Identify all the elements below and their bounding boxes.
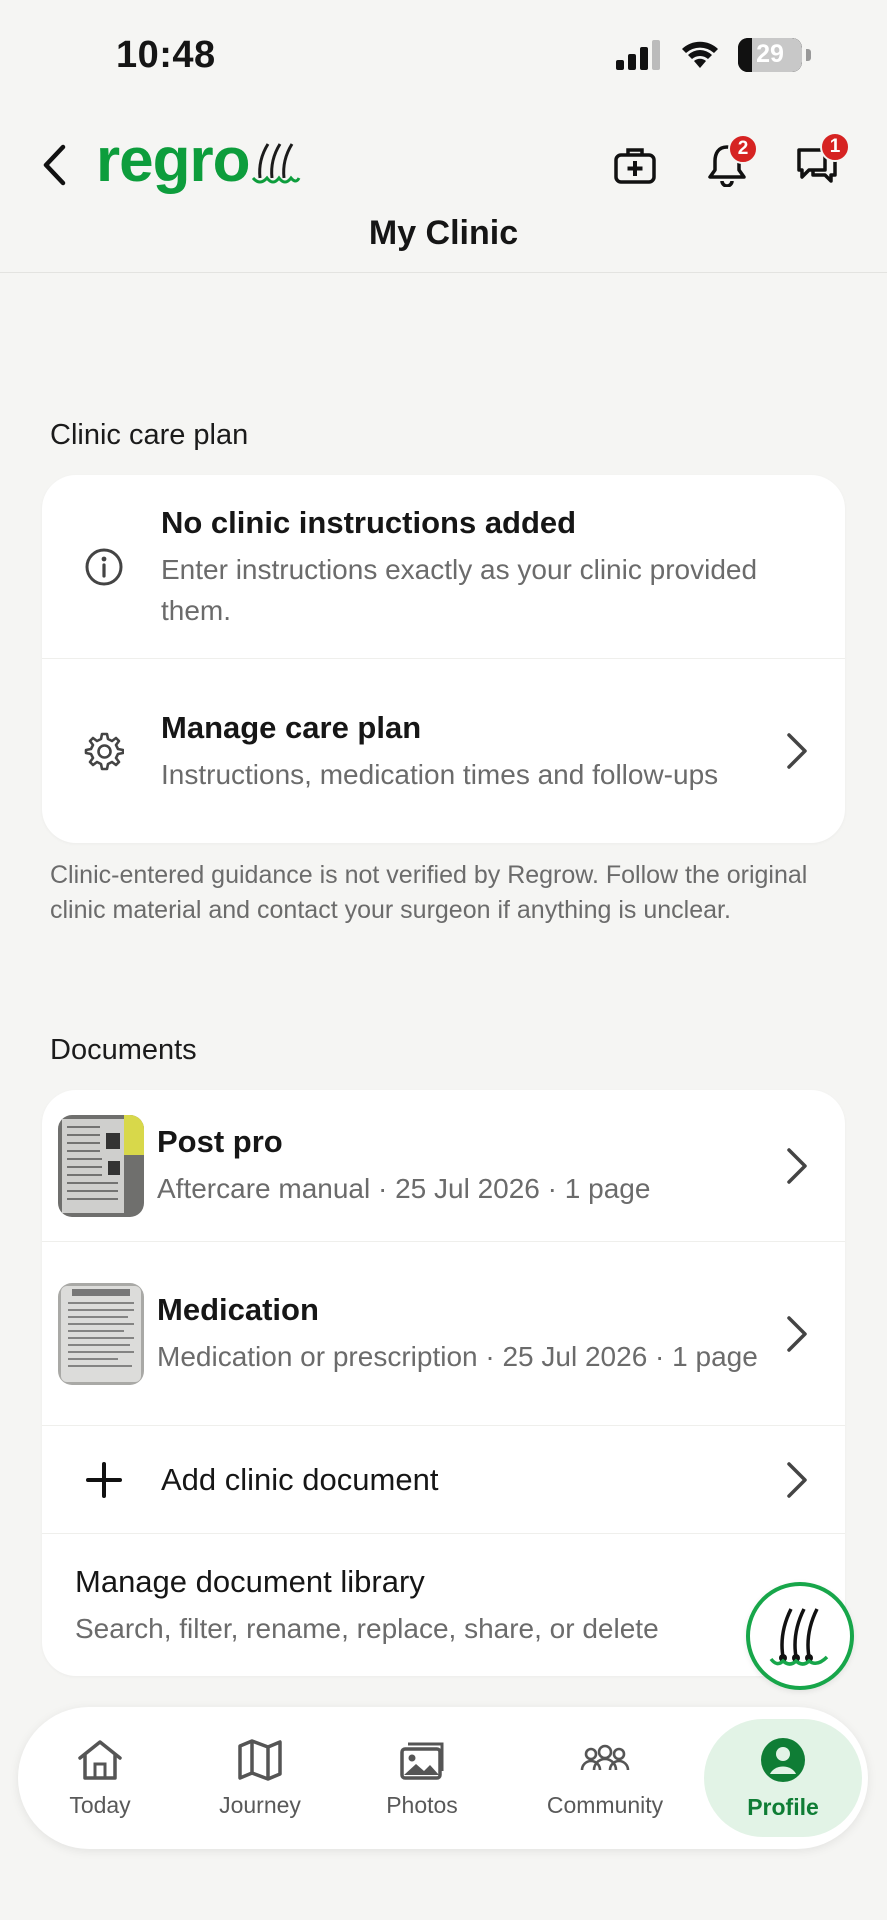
- messages-button[interactable]: 1: [790, 132, 850, 192]
- hair-follicle-icon: [769, 1608, 829, 1666]
- messages-badge: 1: [820, 132, 850, 162]
- tab-profile[interactable]: Profile: [704, 1719, 862, 1837]
- first-aid-kit-icon: [614, 148, 656, 184]
- logo-text: regro: [96, 126, 250, 195]
- add-document-label: Add clinic document: [161, 1461, 439, 1497]
- clinic-button[interactable]: [608, 138, 662, 192]
- status-time: 10:48: [116, 34, 216, 76]
- signal-icon: [616, 40, 660, 70]
- manage-care-plan-title: Manage care plan: [161, 709, 422, 745]
- regrow-assistant-button[interactable]: [746, 1582, 854, 1690]
- care-plan-disclaimer: Clinic-entered guidance is not verified …: [50, 861, 808, 924]
- chevron-left-icon: [43, 144, 66, 186]
- document-thumbnail: [58, 1282, 144, 1385]
- care-plan-card: No clinic instructions added Enter instr…: [42, 475, 845, 843]
- document-item[interactable]: Medication Medication or prescription · …: [42, 1242, 845, 1426]
- profile-icon: [761, 1737, 805, 1782]
- battery-icon: 29: [738, 38, 802, 72]
- photos-icon: [400, 1742, 444, 1780]
- wifi-icon: [682, 41, 718, 68]
- chevron-right-icon: [787, 1461, 807, 1498]
- document-title: Medication: [157, 1292, 319, 1327]
- page-title: My Clinic: [368, 214, 519, 252]
- map-icon: [238, 1738, 282, 1781]
- gear-icon: [84, 732, 124, 771]
- home-icon: [78, 1739, 122, 1780]
- bottom-tab-bar: Today Journey Photos Community Profile: [18, 1707, 868, 1849]
- hair-follicle-logo-icon: [252, 143, 301, 184]
- notifications-badge: 2: [728, 134, 758, 164]
- manage-care-plan-row[interactable]: Manage care plan Instructions, medicatio…: [42, 659, 845, 843]
- documents-section-title: Documents: [50, 1034, 197, 1066]
- document-thumbnail: [58, 1114, 144, 1217]
- tab-label: Photos: [386, 1791, 458, 1818]
- chevron-right-icon: [787, 1315, 807, 1352]
- document-meta: Medication or prescription · 25 Jul 2026…: [157, 1341, 758, 1372]
- document-title: Post pro: [157, 1124, 283, 1159]
- add-document-row[interactable]: Add clinic document: [42, 1426, 845, 1534]
- app-logo: regro: [96, 130, 301, 192]
- manage-library-subtitle: Search, filter, rename, replace, share, …: [75, 1612, 659, 1644]
- chevron-right-icon: [787, 733, 807, 769]
- tab-label: Journey: [219, 1791, 301, 1818]
- tab-today[interactable]: Today: [38, 1707, 162, 1849]
- no-instructions-row: No clinic instructions added Enter instr…: [42, 475, 845, 659]
- people-icon: [580, 1744, 630, 1770]
- battery-level: 29: [756, 40, 784, 68]
- tab-label: Community: [546, 1791, 664, 1818]
- manage-care-plan-subtitle: Instructions, medication times and follo…: [161, 758, 719, 790]
- tab-journey[interactable]: Journey: [198, 1707, 322, 1849]
- notifications-button[interactable]: 2: [700, 134, 758, 192]
- manage-library-title: Manage document library: [75, 1563, 425, 1599]
- status-icons: 29: [616, 38, 811, 72]
- back-button[interactable]: [32, 140, 76, 190]
- tab-photos[interactable]: Photos: [360, 1707, 484, 1849]
- tab-community[interactable]: Community: [526, 1707, 684, 1849]
- info-icon: [85, 548, 122, 585]
- document-item[interactable]: Post pro Aftercare manual · 25 Jul 2026 …: [42, 1090, 845, 1242]
- manage-library-row[interactable]: Manage document library Search, filter, …: [42, 1534, 845, 1676]
- chevron-right-icon: [787, 1147, 807, 1184]
- no-instructions-subtitle: Enter instructions exactly as your clini…: [161, 553, 758, 626]
- header-divider: [0, 272, 887, 273]
- tab-label: Today: [69, 1791, 131, 1818]
- documents-card: Post pro Aftercare manual · 25 Jul 2026 …: [42, 1090, 845, 1676]
- no-instructions-title: No clinic instructions added: [161, 504, 577, 540]
- document-meta: Aftercare manual · 25 Jul 2026 · 1 page: [157, 1173, 651, 1204]
- tab-label: Profile: [747, 1793, 819, 1820]
- care-plan-section-title: Clinic care plan: [50, 419, 249, 451]
- plus-icon: [85, 1461, 122, 1498]
